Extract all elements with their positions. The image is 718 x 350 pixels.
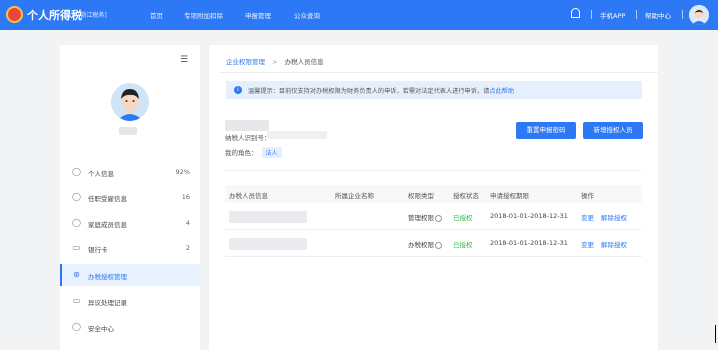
taxpayer-id-label: 纳税人识别号： (225, 134, 271, 142)
divider (225, 170, 642, 171)
column-header: 申请授权期限 (490, 192, 529, 200)
sidebar-item-label: 任职受雇信息 (88, 195, 127, 203)
column-header: 办税人员信息 (229, 192, 268, 200)
text-cursor (715, 325, 716, 343)
sidebar-item-count: 2 (185, 244, 190, 252)
question-icon[interactable] (435, 241, 442, 249)
sidebar-item-tax-authorization[interactable]: ⊛ 办税授权管理 (60, 264, 200, 286)
divider (682, 10, 683, 19)
sidebar-item-security[interactable]: ◯ 安全中心 (60, 316, 200, 338)
change-link[interactable]: 变更 (581, 239, 594, 249)
help-link[interactable]: 点此帮助 (489, 88, 514, 95)
divider (591, 10, 592, 19)
mobile-app-link[interactable]: 手机APP (600, 10, 625, 20)
sidebar-item-label: 银行卡 (88, 246, 108, 254)
column-header: 操作 (581, 192, 594, 200)
info-icon: i (234, 86, 242, 94)
revoke-link[interactable]: 解除授权 (601, 239, 627, 249)
question-icon[interactable] (435, 214, 442, 222)
avatar (111, 83, 149, 121)
notice-message: 温馨提示：目前仅支持对办税权限为财务负责人的申诉，若需对法定代表人进行申诉，请 (248, 88, 490, 95)
org-icon: ⊛ (73, 270, 80, 279)
permission-type-text: 管理权限 (408, 214, 434, 222)
role-label: 我的角色： (225, 149, 258, 157)
divider (219, 72, 658, 73)
nav-public-query[interactable]: 公众查询 (294, 10, 320, 20)
help-center-link[interactable]: 帮助中心 (645, 10, 671, 20)
divider (636, 10, 637, 19)
breadcrumb-parent[interactable]: 企业权限管理 (226, 58, 265, 66)
column-header: 权限类型 (408, 192, 434, 200)
auth-period: 2018-01-01-2018-12-31 (490, 212, 568, 220)
breadcrumb-current: 办税人员信息 (284, 58, 324, 66)
main-panel: 企业权限管理 > 办税人员信息 i 温馨提示：目前仅支持对办税权限为财务负责人的… (209, 45, 658, 350)
taxpayer-id-blurred (267, 131, 327, 139)
revoke-link[interactable]: 解除授权 (601, 212, 627, 222)
add-authorized-person-button[interactable]: 新增授权人员 (583, 122, 643, 139)
person-info-blurred (229, 211, 307, 223)
region-label[interactable]: [浙江税务] (78, 10, 107, 19)
menu-icon[interactable]: ☰ (180, 55, 188, 65)
sidebar-item-employment[interactable]: ◯ 任职受雇信息 16 (60, 186, 200, 208)
nav-special-deduction[interactable]: 专项附加扣除 (184, 10, 223, 20)
auth-period: 2018-01-01-2018-12-31 (490, 239, 568, 247)
breadcrumb-separator: > (272, 58, 278, 66)
sidebar-item-objection-records[interactable]: ▭ 异议处理记录 (60, 290, 200, 312)
bell-icon[interactable] (571, 8, 580, 18)
person-tie-icon: ◯ (72, 192, 81, 201)
change-link[interactable]: 变更 (581, 212, 594, 222)
table-header: 办税人员信息 所属企业名称 权限类型 授权状态 申请授权期限 操作 (225, 185, 642, 203)
top-bar: 个人所得税 [浙江税务] 首页 专项附加扣除 申报管理 公众查询 手机APP 帮… (0, 0, 718, 30)
sidebar-item-label: 安全中心 (88, 325, 114, 333)
user-avatar-icon[interactable] (689, 5, 709, 25)
permission-type: 管理权限 (408, 212, 442, 222)
notice-text: 温馨提示：目前仅支持对办税权限为财务负责人的申诉，若需对法定代表人进行申诉，请点… (248, 86, 514, 95)
permission-type-text: 办税权限 (408, 241, 434, 249)
auth-status: 已授权 (453, 241, 473, 249)
sidebar-item-label: 异议处理记录 (88, 299, 127, 307)
company-name-blurred (225, 120, 269, 131)
permission-type: 办税权限 (408, 239, 442, 249)
auth-status: 已授权 (453, 214, 473, 222)
role-tag: 法人 (261, 147, 282, 158)
sidebar-item-count: 4 (185, 219, 190, 227)
taxpayer-id-row: 纳税人识别号： (225, 132, 271, 142)
sidebar-item-personal-info[interactable]: ◯ 个人信息 92% (60, 161, 200, 183)
tax-emblem-icon (6, 6, 23, 23)
notice-banner: i 温馨提示：目前仅支持对办税权限为财务负责人的申诉，若需对法定代表人进行申诉，… (226, 81, 642, 99)
person-icon: ◯ (72, 167, 81, 176)
shield-icon: ◯ (72, 322, 81, 331)
card-icon: ▭ (72, 243, 81, 252)
sidebar-item-count: 92% (175, 168, 190, 176)
table-row: 管理权限 已授权 2018-01-01-2018-12-31 变更 解除授权 (225, 203, 642, 230)
reset-password-button[interactable]: 重置申报密码 (516, 122, 576, 139)
sidebar-item-label: 办税授权管理 (88, 273, 127, 281)
sidebar-item-count: 16 (181, 193, 190, 201)
folder-icon: ▭ (72, 296, 81, 305)
family-icon: ◯ (72, 218, 81, 227)
nav-declaration[interactable]: 申报管理 (245, 10, 271, 20)
sidebar-item-label: 家庭成员信息 (88, 221, 127, 229)
sidebar-item-family[interactable]: ◯ 家庭成员信息 4 (60, 212, 200, 234)
nav-home[interactable]: 首页 (150, 10, 163, 20)
breadcrumb: 企业权限管理 > 办税人员信息 (226, 56, 324, 66)
role-row: 我的角色： 法人 (225, 147, 282, 158)
sidebar-item-label: 个人信息 (88, 170, 114, 178)
username-blurred (119, 127, 137, 135)
sidebar: ☰ ◯ 个人信息 92% ◯ 任职受雇信息 16 ◯ 家庭成员信息 4 ▭ 银行… (60, 45, 200, 350)
column-header: 所属企业名称 (335, 192, 374, 200)
brand-title[interactable]: 个人所得税 (27, 7, 82, 23)
sidebar-item-bank-card[interactable]: ▭ 银行卡 2 (60, 237, 200, 259)
person-info-blurred (229, 238, 307, 250)
column-header: 授权状态 (453, 192, 479, 200)
table-row: 办税权限 已授权 2018-01-01-2018-12-31 变更 解除授权 (225, 230, 642, 257)
